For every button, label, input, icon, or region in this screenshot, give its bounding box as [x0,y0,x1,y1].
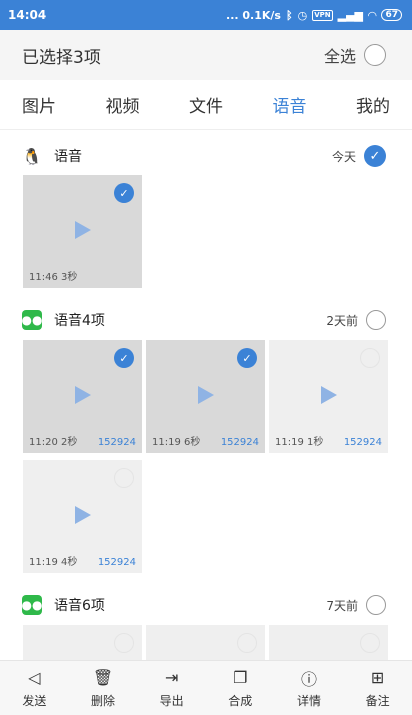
bluetooth-icon: ᛒ [285,8,293,22]
play-icon [75,221,91,239]
merge-label: 合成 [228,693,253,708]
section-header-wechat-2: ●● 语音6项 7天前 [0,587,412,623]
section-select-checkbox[interactable] [366,595,386,615]
status-bar: 14:04 ... 0.1K/s ᛒ ◷ VPN ▂▄▆ ◠ 67 [0,0,412,30]
tile-number: 152924 [220,437,259,448]
tab-images[interactable]: 图片 [22,92,56,117]
note-button[interactable]: ⊞ 备注 [348,668,408,709]
send-label: 发送 [22,693,47,708]
tile-info: 11:19 6秒 [152,437,201,448]
tab-mine[interactable]: 我的 [356,92,390,117]
signal-icon: ▂▄▆ [337,8,363,22]
wechat-icon: ●● [22,595,42,615]
section-select-checkbox[interactable]: ✓ [364,145,386,167]
section-header-wechat-1: ●● 语音4项 2天前 [0,302,412,338]
tile-info: 11:19 1秒 [275,437,324,448]
delete-icon: 🗑 [92,668,114,687]
wechat-icon: ●● [22,310,42,330]
select-all-checkbox[interactable] [364,44,386,66]
tab-voice[interactable]: 语音 [273,92,307,117]
tile-info: 11:20 2秒 [29,437,78,448]
export-button[interactable]: ⇥ 导出 [142,668,202,709]
section-header-qq: 🐧 语音 今天 ✓ [0,138,412,174]
tile-number: 152924 [97,437,136,448]
delete-button[interactable]: 🗑 删除 [73,668,133,709]
tile-checkbox[interactable] [114,468,134,488]
qq-icon: 🐧 [22,146,42,166]
tile-check-icon[interactable]: ✓ [114,348,134,368]
tile-checkbox[interactable] [360,633,380,653]
play-icon [75,506,91,524]
category-tabs: 图片 视频 文件 语音 我的 [0,80,412,130]
section-select-checkbox[interactable] [366,310,386,330]
status-time: 14:04 [8,8,47,22]
selection-header: 已选择3项 全选 [0,30,412,80]
select-all-button[interactable]: 全选 [324,43,386,67]
merge-icon: ❐ [233,668,248,687]
tile-number: 152924 [343,437,382,448]
tab-files[interactable]: 文件 [189,92,223,117]
section-title: 语音6项 [54,598,105,614]
voice-tile[interactable] [146,625,265,660]
section-date: 7天前 [326,598,358,613]
voice-tile[interactable]: ✓ 11:20 2秒 152924 [23,340,142,453]
note-label: 备注 [365,693,390,708]
tile-info: 11:19 4秒 [29,557,78,568]
tile-check-icon[interactable]: ✓ [237,348,257,368]
note-icon: ⊞ [370,668,385,687]
export-label: 导出 [159,693,184,708]
tile-number: 152924 [97,557,136,568]
export-icon: ⇥ [164,668,179,687]
bottom-toolbar: ◁ 发送 🗑 删除 ⇥ 导出 ❐ 合成 ⓘ 详情 ⊞ 备注 [0,660,412,715]
send-button[interactable]: ◁ 发送 [4,668,64,709]
section-title: 语音4项 [54,313,105,329]
voice-tile[interactable]: ✓ 11:19 6秒 152924 [146,340,265,453]
voice-tile[interactable]: 11:19 1秒 152924 [269,340,388,453]
voice-tile[interactable] [269,625,388,660]
details-label: 详情 [296,693,321,708]
info-icon: ⓘ [300,669,317,689]
tile-checkbox[interactable] [360,348,380,368]
play-icon [75,386,91,404]
wifi-icon: ◠ [368,8,377,22]
delete-label: 删除 [90,693,115,708]
merge-button[interactable]: ❐ 合成 [210,668,270,709]
status-icons: ... 0.1K/s ᛒ ◷ VPN ▂▄▆ ◠ 67 [226,9,402,22]
select-all-label: 全选 [323,47,356,66]
section-date: 2天前 [326,313,358,328]
battery-icon: 67 [381,9,402,21]
voice-tile[interactable]: ✓ 11:46 3秒 [23,175,142,288]
section-date: 今天 [331,149,356,164]
tile-checkbox[interactable] [114,633,134,653]
voice-tile[interactable] [23,625,142,660]
tile-checkbox[interactable] [237,633,257,653]
play-icon [198,386,214,404]
alarm-icon: ◷ [297,8,308,22]
vpn-icon: VPN [312,9,333,21]
section-title: 语音 [54,149,82,165]
network-speed: ... 0.1K/s [226,8,281,22]
voice-tile[interactable]: 11:19 4秒 152924 [23,460,142,573]
details-button[interactable]: ⓘ 详情 [279,668,339,709]
send-icon: ◁ [28,668,41,687]
play-icon [321,386,337,404]
tab-videos[interactable]: 视频 [106,92,140,117]
tile-check-icon[interactable]: ✓ [114,183,134,203]
page-title: 已选择3项 [22,47,101,68]
tile-info: 11:46 3秒 [29,272,78,283]
